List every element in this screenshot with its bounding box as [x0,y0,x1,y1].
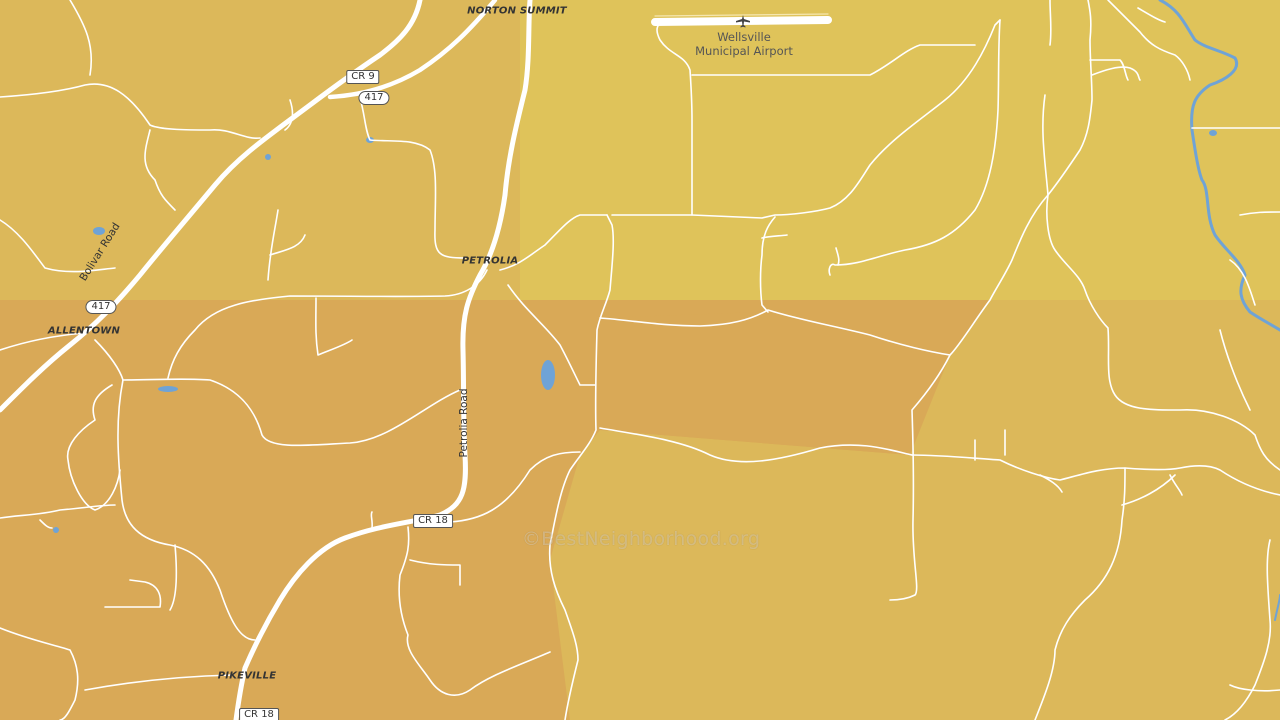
pond-small-6 [1209,130,1217,136]
pond-small-5 [53,527,59,533]
place-label-petrolia[interactable]: PETROLIA [462,256,519,267]
road-minor [370,511,374,529]
place-label-norton-summit[interactable]: NORTON SUMMIT [467,6,567,17]
pond-small-2 [265,154,271,160]
airport-name-line1: Wellsville [717,30,771,44]
shield-cr-18: CR 18 [239,708,279,720]
place-label-pikeville[interactable]: PIKEVILLE [218,671,276,682]
airport-name-line2: Municipal Airport [695,44,793,58]
map-base-layer [0,0,1280,720]
pond-small-4 [158,386,178,392]
region-south-central [550,430,910,720]
airplane-icon[interactable] [735,14,751,28]
shield-route-417: 417 [358,91,390,105]
road-label-petrolia-road: Petrolia Road [458,388,470,458]
airport-label[interactable]: Wellsville Municipal Airport [695,30,793,58]
watermark: ©BestNeighborhood.org [521,528,761,550]
road-minor [1049,0,1052,46]
pond-petrolia [541,360,555,390]
shield-cr-18: CR 18 [413,514,453,528]
shield-route-417: 417 [85,300,117,314]
region-east [910,300,1280,720]
place-label-allentown[interactable]: ALLENTOWN [48,326,120,337]
shield-cr-9: CR 9 [346,70,380,84]
map-canvas[interactable]: Wellsville Municipal Airport NORTON SUMM… [0,0,1280,720]
region-north-east [1000,0,1280,300]
